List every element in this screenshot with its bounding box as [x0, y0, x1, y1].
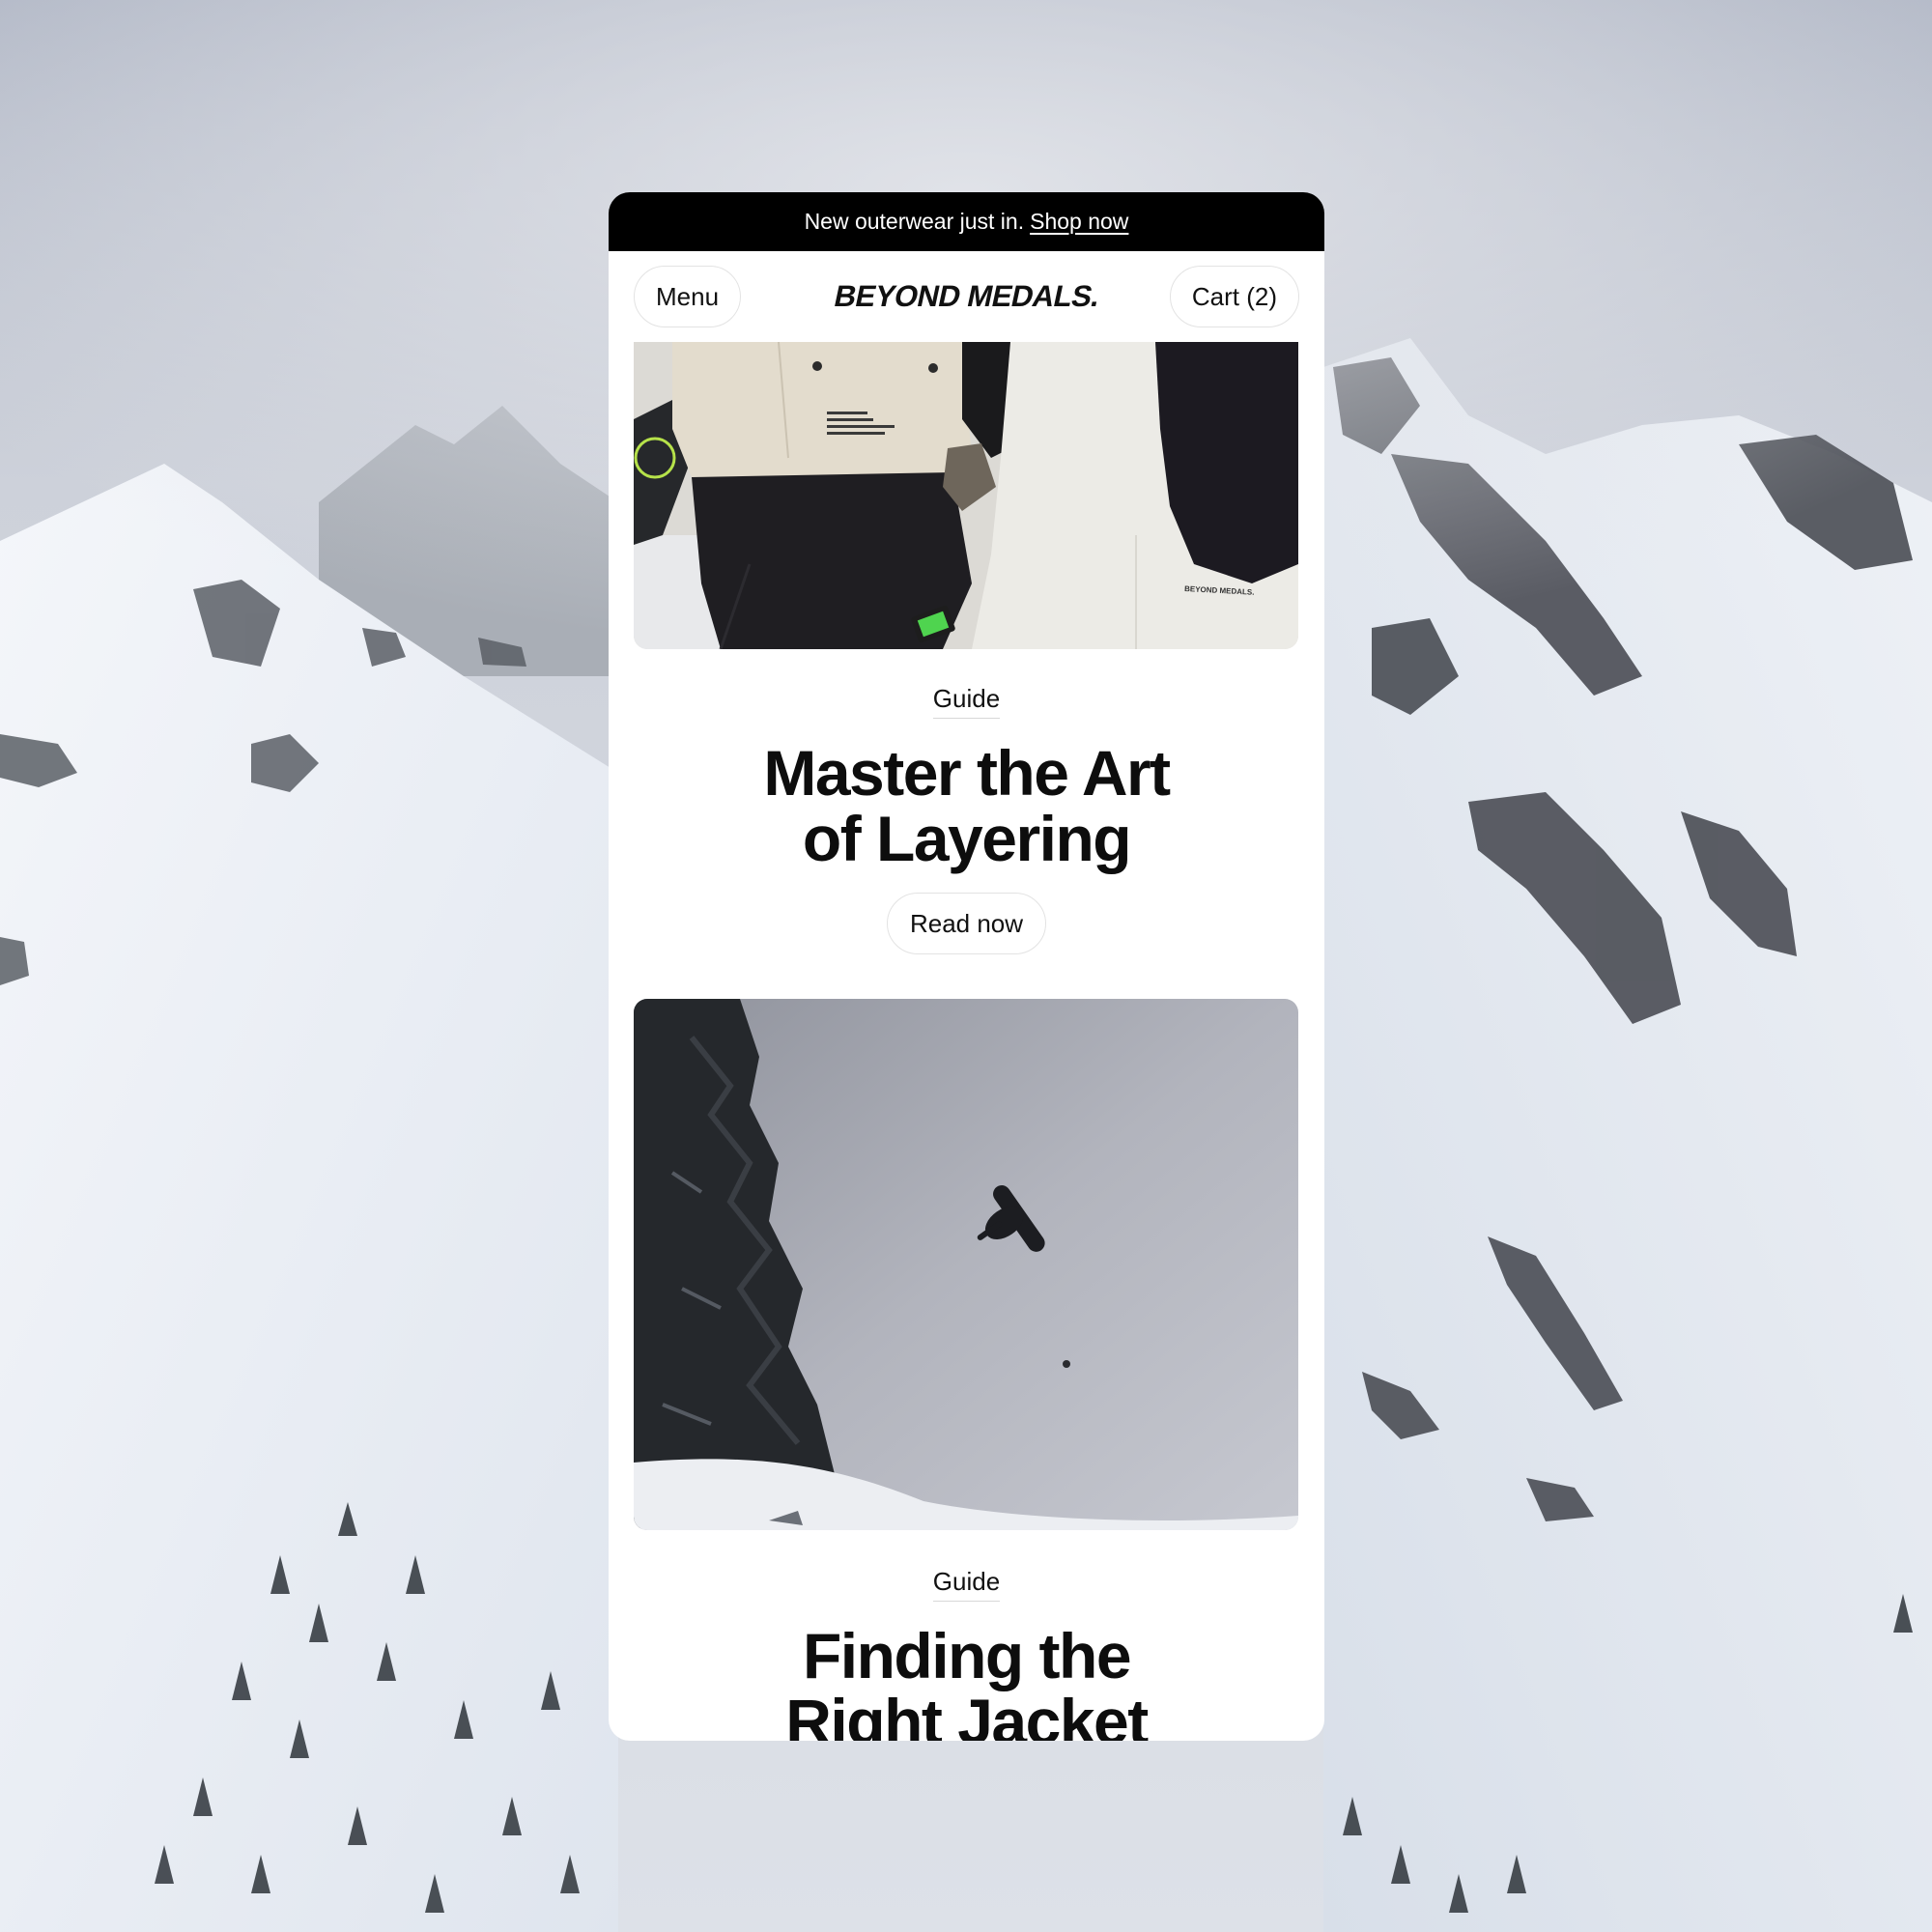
article-title[interactable]: Master the Art of Layering: [609, 740, 1324, 871]
menu-button[interactable]: Menu: [634, 266, 742, 327]
article-title-line: of Layering: [802, 803, 1132, 874]
article-feed: BEYOND MEDALS. Guide Master the Art of L…: [609, 342, 1324, 1741]
article-tag[interactable]: Guide: [932, 684, 1001, 719]
article-title[interactable]: Finding the Right Jacket: [609, 1623, 1324, 1741]
article-tag[interactable]: Guide: [932, 1567, 1001, 1602]
brand-logo[interactable]: BEYOND MEDALS.: [831, 279, 1102, 314]
cart-button[interactable]: Cart (2): [1169, 266, 1299, 327]
article-card: Guide Finding the Right Jacket: [609, 999, 1324, 1741]
snowboarder-jump-photo[interactable]: [634, 999, 1298, 1530]
article-title-line: Master the Art: [763, 737, 1171, 809]
site-header: Menu BEYOND MEDALS. Cart (2): [609, 251, 1324, 342]
article-title-line: Right Jacket: [785, 1686, 1149, 1741]
mobile-page: New outerwear just in. Shop now Menu BEY…: [609, 192, 1324, 1741]
article-card: BEYOND MEDALS. Guide Master the Art of L…: [609, 342, 1324, 954]
read-now-button[interactable]: Read now: [886, 893, 1047, 954]
outerwear-closeup-photo[interactable]: BEYOND MEDALS.: [634, 342, 1298, 649]
article-title-line: Finding the: [802, 1620, 1132, 1691]
announcement-text: New outerwear just in.: [804, 209, 1025, 234]
announcement-bar: New outerwear just in. Shop now: [609, 192, 1324, 251]
shop-now-link[interactable]: Shop now: [1030, 209, 1128, 235]
